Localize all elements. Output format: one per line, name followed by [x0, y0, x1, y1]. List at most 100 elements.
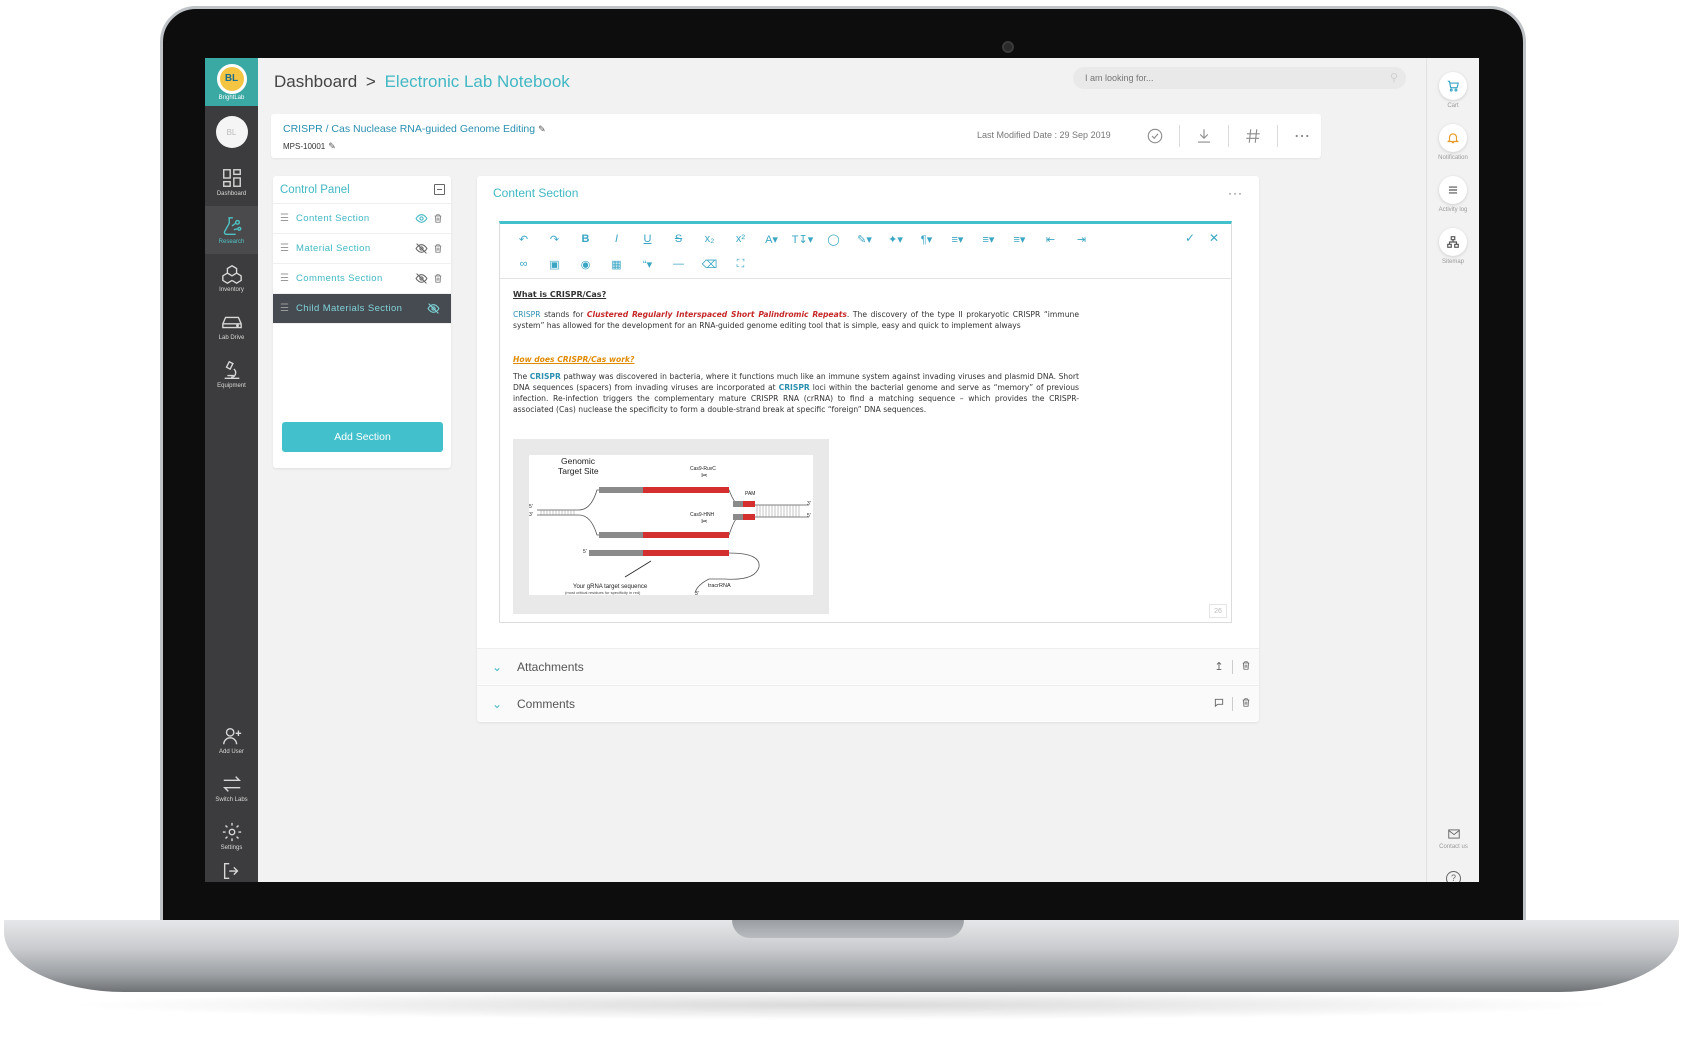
- comments-accordion[interactable]: ⌄ Comments: [477, 685, 1259, 721]
- rail-item-notification[interactable]: Notification: [1427, 116, 1479, 168]
- rail-item-activity-log[interactable]: Activity log: [1427, 168, 1479, 220]
- color-drop-icon[interactable]: ◯: [818, 233, 849, 246]
- rich-text-editor[interactable]: ↶ ↷ B I U S x₂ x² A▾ T↧▾ ◯ ✎▾ ✦▾ ¶▾ ≡▾ ≡…: [499, 221, 1232, 623]
- download-icon: [1198, 129, 1210, 143]
- outdent-icon[interactable]: ⇤: [1035, 233, 1066, 246]
- magic-icon[interactable]: ✦▾: [880, 233, 911, 246]
- rail-item-sitemap[interactable]: Sitemap: [1427, 220, 1479, 272]
- control-panel-header: Control Panel: [273, 176, 451, 204]
- approve-button[interactable]: [1131, 114, 1179, 158]
- highlight-icon[interactable]: ✎▾: [849, 233, 880, 246]
- trash-icon[interactable]: [1233, 697, 1259, 711]
- add-section-button[interactable]: Add Section: [282, 422, 443, 452]
- collapse-icon[interactable]: [434, 184, 445, 195]
- font-size-icon[interactable]: A▾: [756, 233, 787, 246]
- dna-strands: [537, 489, 809, 594]
- sidebar-item-inventory[interactable]: Inventory: [205, 254, 258, 302]
- attachments-accordion[interactable]: ⌄ Attachments ↥: [477, 648, 1259, 684]
- sidebar-item-lab-drive[interactable]: Lab Drive: [205, 302, 258, 350]
- trash-icon[interactable]: [1233, 660, 1259, 674]
- check-icon[interactable]: ✓: [1185, 231, 1195, 245]
- drag-handle-icon[interactable]: ☰: [280, 273, 296, 284]
- sidebar-item-research[interactable]: Research: [205, 206, 258, 254]
- rail-item-contact[interactable]: Contact us: [1427, 812, 1479, 864]
- sidebar-item-settings[interactable]: Settings: [205, 812, 258, 860]
- control-panel-item-material[interactable]: ☰ Material Section: [273, 234, 451, 264]
- control-panel-item-child-materials[interactable]: ☰ Child Materials Section: [273, 294, 451, 324]
- control-panel-item-label: Content Section: [296, 213, 370, 224]
- sidebar-bottom: Add User Switch Labs Settings: [205, 716, 258, 882]
- dashboard-icon: [222, 169, 241, 187]
- underline-icon[interactable]: U: [632, 233, 663, 245]
- more-icon[interactable]: ···: [1228, 186, 1243, 200]
- brand[interactable]: BL BrightLab: [205, 58, 258, 106]
- italic-icon[interactable]: I: [601, 233, 632, 245]
- search-icon[interactable]: ⚲: [1390, 71, 1398, 84]
- document-title[interactable]: CRISPR / Cas Nuclease RNA-guided Genome …: [283, 123, 546, 135]
- sidebar-item-logout[interactable]: [205, 860, 258, 882]
- eye-off-icon[interactable]: [410, 242, 432, 255]
- image-icon[interactable]: ▣: [539, 258, 570, 271]
- crispr-figure[interactable]: Genomic Target Site Cas9-RuvC ✂ Cas9-HNH…: [513, 439, 829, 614]
- horizontal-rule-icon[interactable]: —: [663, 258, 694, 270]
- more-options-button[interactable]: [1278, 114, 1326, 158]
- control-panel-item-content[interactable]: ☰ Content Section: [273, 204, 451, 234]
- text-style-icon[interactable]: T↧▾: [787, 233, 818, 246]
- table-icon[interactable]: ▦: [601, 258, 632, 271]
- sidebar-item-add-user[interactable]: Add User: [205, 716, 258, 764]
- drag-handle-icon[interactable]: ☰: [280, 213, 296, 224]
- help-icon[interactable]: ?: [1446, 871, 1461, 882]
- drag-handle-icon[interactable]: ☰: [280, 243, 296, 254]
- align-icon[interactable]: ≡▾: [942, 233, 973, 246]
- close-icon[interactable]: ✕: [1209, 231, 1219, 245]
- sidebar-item-switch-labs[interactable]: Switch Labs: [205, 764, 258, 812]
- breadcrumb-root[interactable]: Dashboard: [274, 72, 357, 91]
- camera-icon[interactable]: ◉: [570, 258, 601, 271]
- laptop-shadow: [60, 990, 1623, 1020]
- trash-icon[interactable]: [432, 243, 444, 254]
- chevron-down-icon[interactable]: ⌄: [477, 660, 517, 674]
- search-input[interactable]: [1073, 67, 1406, 89]
- comment-icon[interactable]: [1206, 697, 1232, 711]
- eraser-icon[interactable]: ⌫: [694, 258, 725, 271]
- camera-icon: [1002, 41, 1014, 53]
- redo-icon[interactable]: ↷: [539, 233, 570, 246]
- avatar[interactable]: BL: [215, 116, 248, 148]
- diagram-label-5prime: 5': [529, 504, 533, 510]
- ordered-list-icon[interactable]: ≡▾: [973, 233, 1004, 246]
- superscript-icon[interactable]: x²: [725, 233, 756, 245]
- eye-off-icon[interactable]: [410, 272, 432, 285]
- fullscreen-icon[interactable]: ⛶: [725, 258, 756, 271]
- control-panel-item-comments[interactable]: ☰ Comments Section: [273, 264, 451, 294]
- undo-icon[interactable]: ↶: [508, 233, 539, 246]
- text-run: The: [513, 372, 530, 381]
- unordered-list-icon[interactable]: ≡▾: [1004, 233, 1035, 246]
- control-panel-title: Control Panel: [280, 183, 350, 196]
- left-sidebar: BL BrightLab BL Dashboard Research Inven…: [205, 58, 258, 882]
- content-heading: What is CRISPR/Cas?: [513, 290, 607, 299]
- pencil-icon[interactable]: ✎: [538, 124, 546, 134]
- diagram-label-5prime: 5': [807, 513, 811, 519]
- pencil-icon[interactable]: ✎: [328, 141, 336, 151]
- trash-icon[interactable]: [432, 273, 444, 284]
- quote-icon[interactable]: “▾: [632, 258, 663, 271]
- subscript-icon[interactable]: x₂: [694, 233, 725, 245]
- indent-icon[interactable]: ⇥: [1066, 233, 1097, 246]
- download-button[interactable]: [1180, 114, 1228, 158]
- editor-content[interactable]: What is CRISPR/Cas? CRISPR stands for Cl…: [500, 279, 1231, 415]
- drag-handle-icon[interactable]: ☰: [280, 303, 296, 314]
- sidebar-item-equipment[interactable]: Equipment: [205, 350, 258, 398]
- trash-icon[interactable]: [432, 213, 444, 224]
- hashtag-button[interactable]: [1229, 114, 1277, 158]
- upload-icon[interactable]: ↥: [1206, 660, 1232, 673]
- sidebar-item-dashboard[interactable]: Dashboard: [205, 158, 258, 206]
- eye-icon[interactable]: [410, 212, 432, 225]
- strikethrough-icon[interactable]: S: [663, 233, 694, 245]
- chevron-down-icon[interactable]: ⌄: [477, 697, 517, 711]
- bold-icon[interactable]: B: [570, 233, 601, 245]
- link-icon[interactable]: ∞: [508, 258, 539, 270]
- paragraph-icon[interactable]: ¶▾: [911, 233, 942, 246]
- eye-off-icon[interactable]: [422, 302, 444, 315]
- rail-item-cart[interactable]: Cart: [1427, 64, 1479, 116]
- diagram-label-tracrrna: tracrRNA: [708, 583, 731, 589]
